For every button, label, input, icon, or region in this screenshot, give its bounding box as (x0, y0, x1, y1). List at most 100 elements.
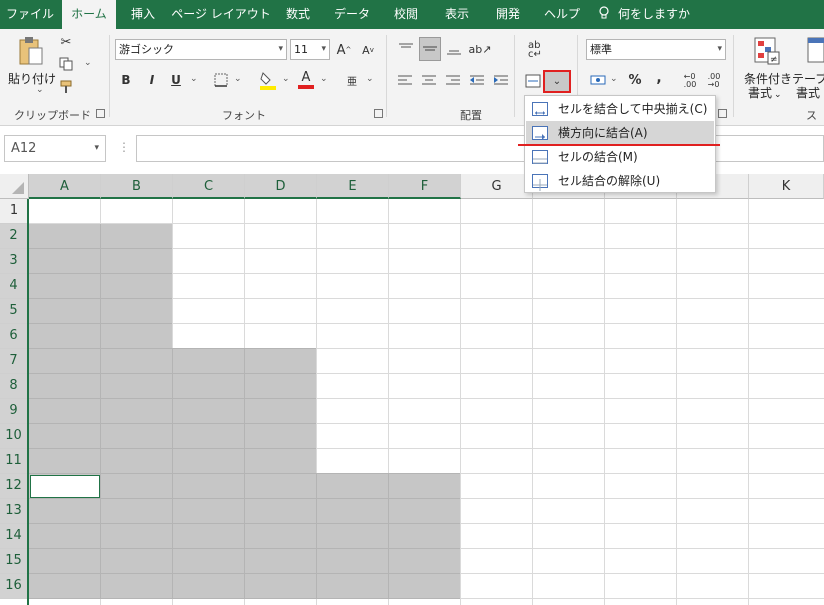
align-left-icon[interactable] (396, 71, 414, 89)
font-color-icon[interactable]: A (296, 69, 316, 91)
row-header[interactable]: 2 (0, 224, 29, 249)
clipboard-launcher-icon[interactable] (96, 109, 105, 118)
copy-dropdown-icon[interactable]: ⌄ (84, 58, 92, 68)
tab-review[interactable]: 校閲 (382, 0, 430, 29)
align-bottom-icon[interactable] (445, 39, 463, 59)
paste-icon[interactable] (14, 35, 46, 69)
align-middle-icon[interactable] (419, 37, 441, 61)
decrease-decimal-icon[interactable]: .00 →0 (704, 71, 724, 91)
decrease-font-icon[interactable]: Av (360, 41, 376, 59)
select-all-corner[interactable] (0, 174, 29, 199)
number-format-value: 標準 (590, 43, 612, 56)
row-header[interactable]: 8 (0, 374, 29, 399)
format-as-table-icon[interactable] (806, 35, 824, 67)
menu-item-merge-center[interactable]: セルを結合して中央揃え(C) (526, 97, 714, 121)
row-header[interactable]: 1 (0, 199, 29, 224)
tab-data[interactable]: データ (324, 0, 380, 29)
formula-input[interactable] (136, 135, 824, 162)
row-header[interactable]: 16 (0, 574, 29, 599)
borders-dropdown-icon[interactable]: ⌄ (234, 74, 242, 84)
phonetic-icon[interactable]: 亜 (344, 71, 360, 89)
tab-file[interactable]: ファイル (0, 0, 60, 29)
gridline (29, 398, 316, 399)
row-header[interactable]: 12 (0, 474, 29, 499)
font-color-dropdown-icon[interactable]: ⌄ (320, 74, 328, 84)
wrap-text-icon[interactable]: ab c↵ (524, 39, 546, 61)
format-painter-icon[interactable] (58, 79, 74, 95)
font-launcher-icon[interactable] (374, 109, 383, 118)
fill-color-dropdown-icon[interactable]: ⌄ (282, 74, 290, 84)
phonetic-dropdown-icon[interactable]: ⌄ (366, 74, 374, 84)
percent-button[interactable]: % (626, 71, 644, 89)
column-header[interactable]: E (317, 174, 389, 199)
row-header[interactable]: 5 (0, 299, 29, 324)
increase-font-icon[interactable]: A ^ (336, 41, 352, 59)
row-header[interactable]: 11 (0, 449, 29, 474)
align-right-icon[interactable] (444, 71, 462, 89)
paste-dropdown-icon[interactable]: ⌄ (36, 85, 44, 95)
increase-decimal-icon[interactable]: ←0.00 (680, 71, 700, 91)
paste-button-label[interactable]: 貼り付け (8, 70, 56, 87)
column-header[interactable]: B (101, 174, 173, 199)
menu-item-merge-cells[interactable]: セルの結合(M) (526, 145, 714, 169)
copy-icon[interactable] (58, 56, 74, 72)
row-header[interactable]: 15 (0, 549, 29, 574)
column-header[interactable]: F (389, 174, 461, 199)
column-header[interactable]: C (173, 174, 245, 199)
menu-item-merge-across[interactable]: 横方向に結合(A) (526, 121, 714, 145)
number-launcher-icon[interactable] (718, 109, 727, 118)
gridline (29, 298, 172, 299)
tell-me-box[interactable]: 何をしますか (598, 0, 708, 29)
decrease-indent-icon[interactable] (468, 71, 486, 89)
orientation-icon[interactable]: ab↗ (469, 39, 492, 59)
active-cell[interactable] (30, 475, 100, 498)
menu-item-label: セル結合の解除(U) (558, 174, 661, 188)
unmerge-cells-icon (532, 174, 548, 191)
column-header[interactable]: D (245, 174, 317, 199)
tab-help[interactable]: ヘルプ (534, 0, 590, 29)
align-top-icon[interactable] (397, 39, 415, 59)
currency-dropdown-icon[interactable]: ⌄ (610, 74, 618, 84)
italic-button[interactable]: I (144, 71, 160, 89)
vertical-dots-icon[interactable]: ⋮ (118, 140, 130, 154)
align-center-icon[interactable] (420, 71, 438, 89)
currency-icon[interactable] (588, 71, 608, 89)
bold-button[interactable]: B (118, 71, 134, 89)
underline-button[interactable]: U (168, 71, 184, 89)
menu-item-unmerge-cells[interactable]: セル結合の解除(U) (526, 169, 714, 193)
name-box[interactable]: A12 ▾ (4, 135, 106, 162)
tab-page-layout[interactable]: ページ レイアウト (170, 0, 272, 29)
fill-color-icon[interactable] (258, 69, 278, 91)
cut-icon[interactable]: ✂ (58, 34, 74, 50)
merge-center-icon[interactable] (523, 71, 543, 91)
row-header[interactable]: 4 (0, 274, 29, 299)
tab-formulas[interactable]: 数式 (274, 0, 322, 29)
merge-dropdown-button[interactable]: ⌄ (543, 70, 571, 93)
row-header[interactable]: 3 (0, 249, 29, 274)
row-header[interactable]: 6 (0, 324, 29, 349)
row-header[interactable]: 9 (0, 399, 29, 424)
borders-icon[interactable] (212, 71, 230, 89)
tab-developer[interactable]: 開発 (484, 0, 532, 29)
underline-dropdown-icon[interactable]: ⌄ (190, 74, 198, 84)
row-header[interactable]: 14 (0, 524, 29, 549)
chevron-down-icon: ▾ (94, 143, 99, 153)
tab-view[interactable]: 表示 (432, 0, 482, 29)
row-header[interactable]: 13 (0, 499, 29, 524)
font-name-combo[interactable]: 游ゴシック ▾ (115, 39, 287, 60)
increase-indent-icon[interactable] (492, 71, 510, 89)
column-header[interactable]: K (749, 174, 824, 199)
column-header[interactable]: G (461, 174, 533, 199)
tab-insert[interactable]: 挿入 (118, 0, 168, 29)
conditional-format-icon[interactable]: ≠ (752, 35, 782, 67)
font-size-combo[interactable]: 11 ▾ (290, 39, 330, 60)
row-header[interactable]: 10 (0, 424, 29, 449)
row-header[interactable]: 7 (0, 349, 29, 374)
conditional-format-label-2[interactable]: 書式 ⌄ (748, 84, 782, 101)
name-box-value: A12 (11, 141, 37, 156)
format-as-table-label-2[interactable]: 書式 (796, 84, 820, 101)
tab-home[interactable]: ホーム (62, 0, 116, 29)
comma-button[interactable]: , (652, 69, 666, 87)
column-header[interactable]: A (29, 174, 101, 199)
number-format-combo[interactable]: 標準 ▾ (586, 39, 726, 60)
